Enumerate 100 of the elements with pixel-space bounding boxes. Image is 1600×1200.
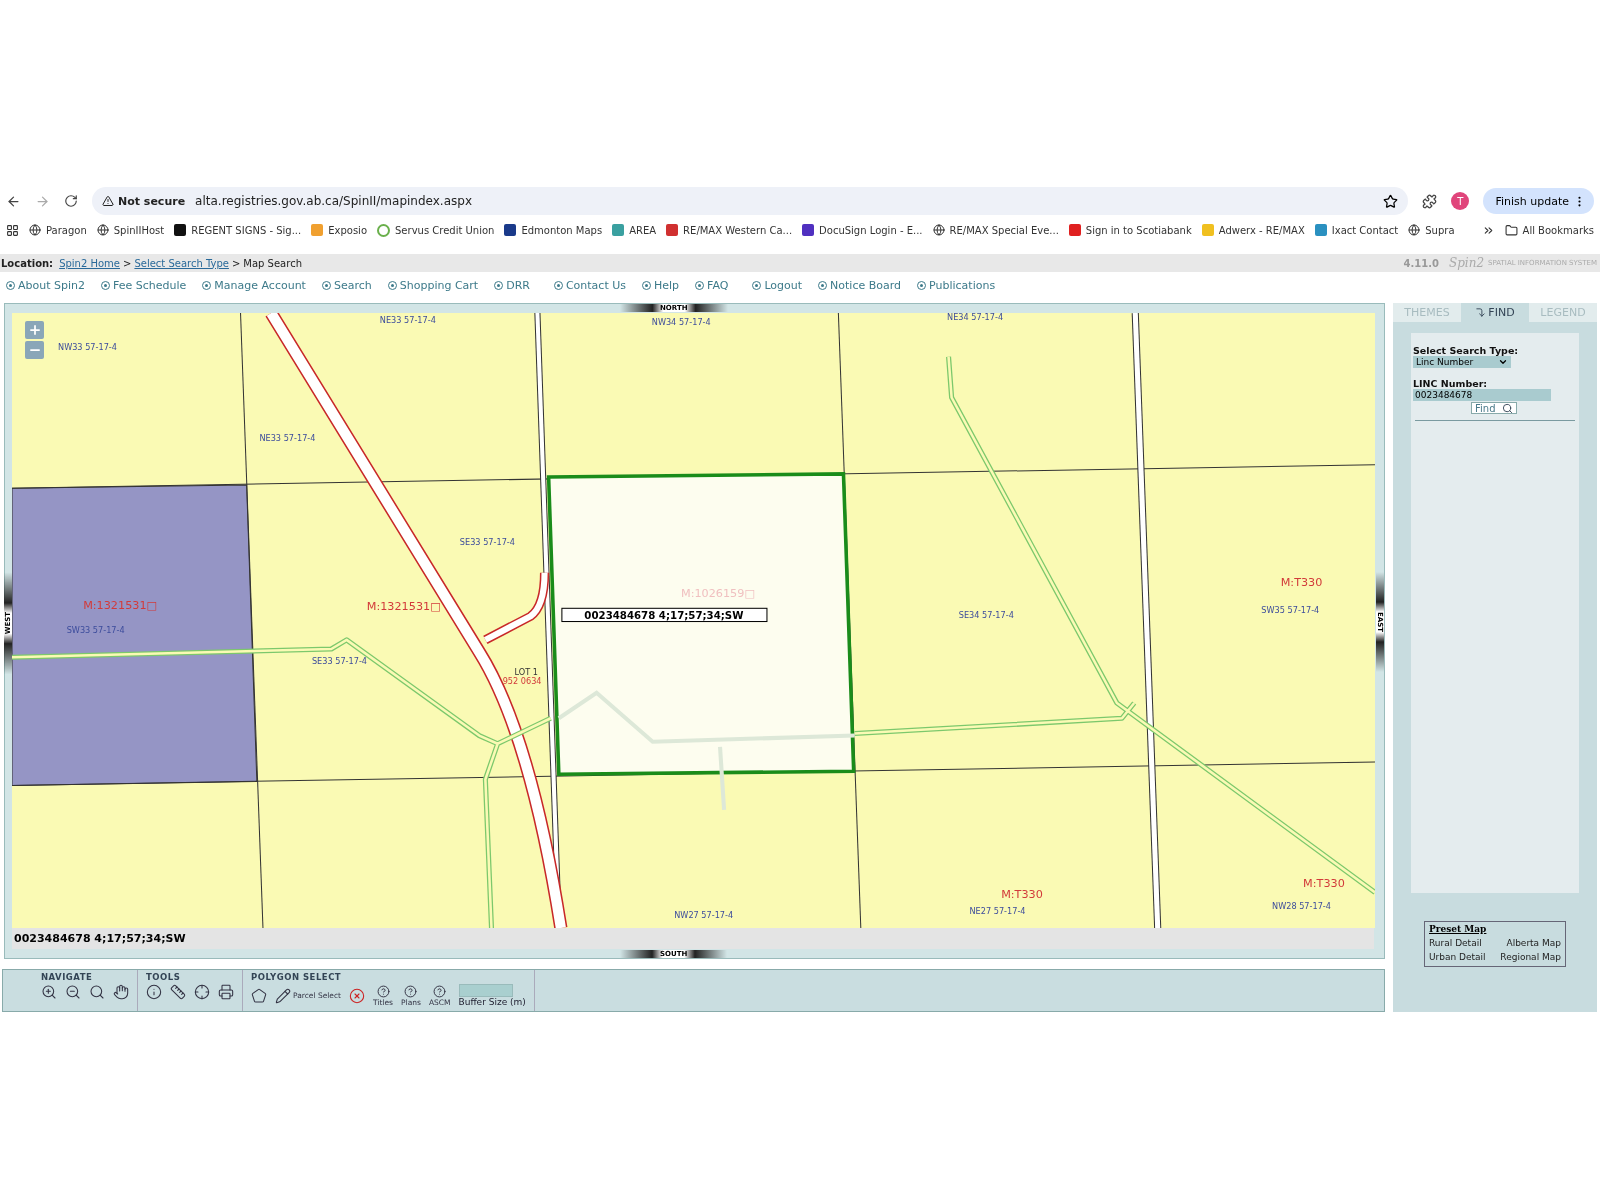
bookmark-link[interactable]: RE/MAX Western Ca... (666, 224, 793, 236)
breadcrumb-link[interactable]: Select Search Type (134, 257, 229, 269)
address-bar[interactable]: Not secure alta.registries.gov.ab.ca/SpinII/mapindex.aspx (92, 187, 1409, 215)
extensions-icon[interactable] (1422, 193, 1438, 209)
preset-map-title: Preset Map (1429, 924, 1488, 934)
url-text: alta.registries.gov.ab.ca/SpinII/mapindex.aspx (195, 194, 473, 208)
map-label: NE34 57-17-4 (947, 313, 1004, 323)
tool-button[interactable] (146, 984, 162, 1000)
toolbar-section-title: NAVIGATE (41, 972, 94, 982)
location-label: Location: (1, 257, 54, 269)
crosshair-icon (194, 984, 210, 1000)
breadcrumb-separator: > (231, 257, 241, 269)
buffer-size-input[interactable] (458, 984, 513, 997)
bookmark-link[interactable]: Adwerx - RE/MAX (1201, 224, 1305, 236)
bookmark-link[interactable]: RE/MAX Special Eve... (932, 224, 1059, 236)
globe-icon (1408, 224, 1421, 236)
map-label: M:T330 (1001, 888, 1043, 902)
circle-icon (377, 223, 390, 237)
map-label: M:1321531□ (366, 600, 441, 614)
bookmark-link[interactable]: Paragon (29, 224, 87, 236)
globe-icon (932, 224, 945, 236)
bookmark-link[interactable]: Exposio (311, 224, 367, 236)
polygon-icon (251, 987, 267, 1004)
bookmark-link[interactable]: Sign in to Scotiabank (1068, 224, 1192, 236)
site-icon (504, 224, 517, 236)
zoom-in-button[interactable] (25, 321, 44, 339)
back-icon[interactable] (6, 193, 21, 209)
preset-map-link[interactable]: Rural Detail (1429, 938, 1495, 948)
bookmark-link[interactable]: REGENT SIGNS - Sig... (174, 224, 302, 236)
update-button[interactable]: Finish update (1483, 188, 1594, 214)
site-icon (1314, 224, 1327, 236)
map-label: NW28 57-17-4 (1272, 900, 1331, 911)
menu-link[interactable]: Manage Account (202, 278, 306, 292)
reload-icon[interactable] (64, 194, 78, 208)
tool-button[interactable] (251, 987, 267, 1004)
breadcrumb-link[interactable]: Spin2 Home (59, 257, 120, 269)
profile-avatar[interactable]: T (1451, 192, 1470, 210)
find-button[interactable]: Find (1471, 402, 1517, 414)
menu-link[interactable]: Notice Board (818, 278, 902, 292)
menu-link[interactable]: About Spin2 (6, 278, 85, 292)
tool-button[interactable] (349, 987, 366, 1004)
search-type-label: Select Search Type: (1413, 345, 1519, 356)
all-bookmarks-link[interactable]: All Bookmarks (1504, 223, 1594, 237)
menu-link[interactable]: Search (321, 278, 372, 292)
menu-link[interactable]: Logout (752, 278, 803, 292)
status-text: 0023484678 4;17;57;34;SW (12, 928, 1374, 949)
map-label: SW33 57-17-4 (66, 624, 125, 635)
menu-link[interactable]: DRR (494, 278, 530, 292)
bookmark-link[interactable]: SpinIIHost (96, 224, 165, 236)
site-icon (1068, 224, 1081, 236)
site-icon (612, 224, 625, 236)
menu-link[interactable]: Publications (917, 278, 996, 292)
arrow-icon (1475, 307, 1487, 318)
preset-map-link[interactable]: Regional Map (1495, 952, 1561, 962)
menu-link[interactable]: Shopping Cart (387, 278, 479, 292)
globe-icon (29, 224, 41, 236)
menu-link[interactable]: Contact Us (553, 278, 626, 292)
folder-icon (1504, 223, 1518, 237)
map-label: M:T330 (1280, 575, 1323, 589)
menu-link[interactable]: Help (642, 278, 680, 292)
star-icon[interactable] (1383, 193, 1399, 209)
map-label: NE33 57-17-4 (379, 315, 436, 326)
map-label: NW27 57-17-4 (674, 909, 734, 920)
tool-button[interactable] (218, 984, 234, 1000)
map-label: SE33 57-17-4 (311, 656, 368, 667)
toolbar-section-title: POLYGON SELECT (251, 972, 343, 982)
toolbar-section-title: TOOLS (146, 972, 182, 982)
bookmark-link[interactable]: DocuSign Login - E... (802, 224, 923, 236)
linc-number-input[interactable]: 0023484678 (1413, 389, 1551, 401)
preset-map-link[interactable]: Urban Detail (1429, 952, 1495, 962)
site-icon (174, 224, 187, 236)
tool-button[interactable] (89, 984, 105, 1000)
tool-button[interactable] (65, 984, 81, 1000)
magnifier-icon (89, 984, 105, 1000)
site-icon (666, 224, 679, 236)
bookmark-link[interactable]: Servus Credit Union (377, 223, 495, 237)
preset-map-link[interactable]: Alberta Map (1495, 938, 1561, 948)
tool-button[interactable] (194, 984, 210, 1000)
linc-number-label: LINC Number: (1413, 378, 1488, 389)
breadcrumb-current: Map Search (243, 257, 302, 269)
apps-icon[interactable] (6, 223, 19, 237)
clear-icon (349, 987, 366, 1004)
pencil-icon (275, 987, 291, 1004)
map-label: LOT 1 (514, 667, 538, 678)
tool-button[interactable] (170, 984, 186, 1000)
tool-button[interactable] (113, 984, 129, 1000)
bookmark-link[interactable]: Ixact Contact (1314, 224, 1399, 236)
help-icon (376, 984, 390, 998)
zoom-in-icon (41, 984, 57, 1000)
bookmark-link[interactable]: Supra (1408, 224, 1455, 236)
menu-link[interactable]: FAQ (695, 278, 729, 292)
search-type-select[interactable]: Linc Number (1413, 356, 1511, 368)
breadcrumb-separator: > (123, 257, 132, 269)
bookmark-link[interactable]: Edmonton Maps (504, 224, 603, 236)
tool-button[interactable] (41, 984, 57, 1000)
map-label: SE34 57-17-4 (958, 610, 1014, 621)
zoom-out-button[interactable] (25, 341, 44, 359)
bookmark-link[interactable]: AREA (612, 224, 657, 236)
menu-link[interactable]: Fee Schedule (101, 278, 187, 292)
plus-icon (27, 323, 42, 337)
